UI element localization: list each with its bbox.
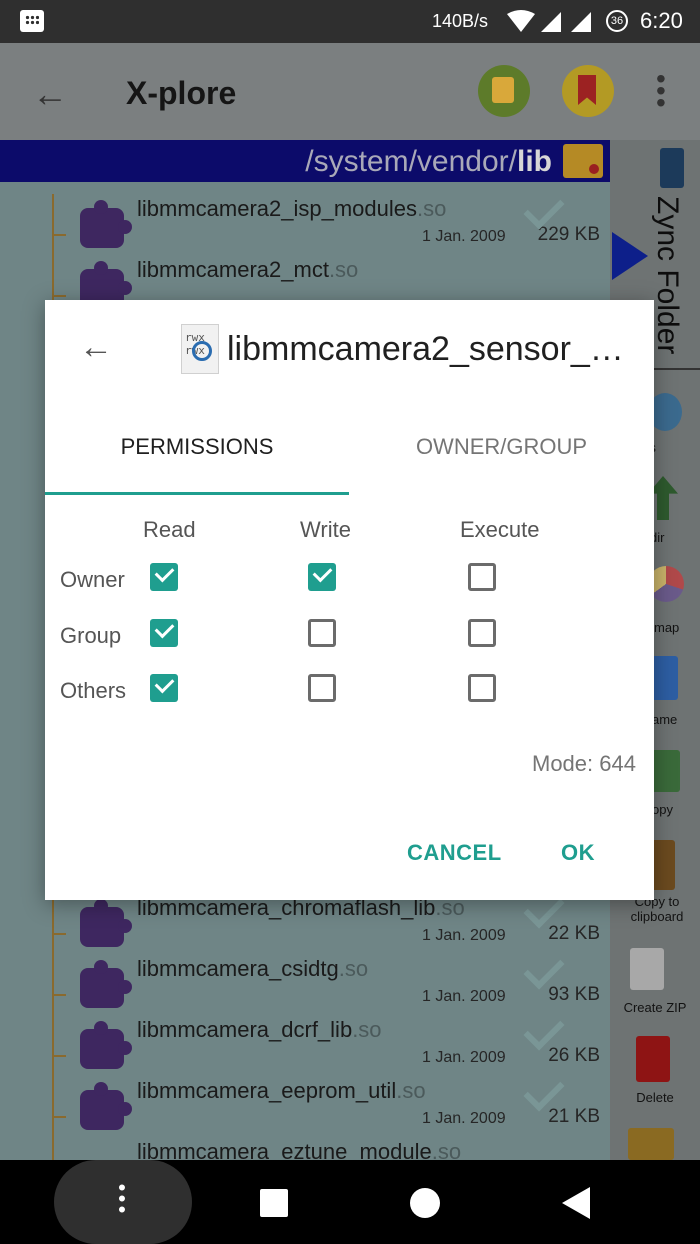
column-header-read: Read <box>143 517 196 542</box>
file-size: 21 KB <box>548 1106 600 1127</box>
navigation-bar: • • • <box>0 1160 700 1244</box>
sidebar-item-create-zip[interactable]: Create ZIP <box>612 1000 698 1015</box>
dialog-title: libmmcamera2_sensor_… <box>227 330 624 368</box>
ok-button[interactable]: OK <box>561 840 595 866</box>
recents-icon[interactable] <box>260 1189 288 1217</box>
library-file-icon <box>80 1021 132 1069</box>
list-item[interactable]: libmmcamera2_isp_modules.so 1 Jan. 2009 … <box>0 188 610 255</box>
tree-line <box>52 1015 66 1076</box>
tree-line <box>52 954 66 1015</box>
library-file-icon <box>80 200 132 248</box>
file-extension: .so <box>396 1078 426 1103</box>
library-file-icon <box>80 960 132 1008</box>
trash-icon[interactable] <box>636 1036 670 1082</box>
list-item[interactable]: libmmcamera_csidtg.so 1 Jan. 2009 93 KB <box>0 948 610 1015</box>
zip-icon[interactable] <box>630 948 664 990</box>
file-name: libmmcamera2_isp_modules <box>137 196 418 221</box>
cell-signal-2-icon <box>571 12 591 32</box>
tree-line <box>52 194 66 255</box>
file-size: 93 KB <box>548 984 600 1005</box>
tab-owner-group[interactable]: OWNER/GROUP <box>349 434 654 460</box>
network-speed: 140B/s <box>432 11 489 31</box>
bbm-notification-icon <box>20 10 44 32</box>
owner-read-checkbox[interactable] <box>150 563 178 591</box>
overflow-menu-icon[interactable]: • • • <box>118 1177 126 1221</box>
status-bar: 140B/s 36 6:20 <box>0 0 700 43</box>
list-item[interactable]: libmmcamera_dcrf_lib.so 1 Jan. 2009 26 K… <box>0 1009 610 1076</box>
library-file-icon <box>80 899 132 947</box>
cancel-button[interactable]: CANCEL <box>407 840 502 866</box>
sidebar-item-rename[interactable]: ame <box>652 712 700 727</box>
sidebar-item-copy[interactable]: opy <box>652 802 700 817</box>
row-label-group: Group <box>60 623 122 648</box>
file-name: libmmcamera_csidtg <box>137 956 339 981</box>
column-header-execute: Execute <box>460 517 540 542</box>
app-bar: ← X-plore • • • <box>0 43 700 140</box>
permissions-file-icon <box>181 324 219 374</box>
tab-permissions[interactable]: PERMISSIONS <box>45 434 349 460</box>
tab-indicator <box>45 492 349 495</box>
signal-icons <box>507 10 591 32</box>
file-extension: .so <box>338 956 369 981</box>
owner-execute-checkbox[interactable] <box>468 563 496 591</box>
app-title: X-plore <box>126 75 237 111</box>
arrow-right-icon <box>612 232 648 280</box>
sidebar-item-dir[interactable]: dir <box>650 530 700 545</box>
sidebar-item-delete[interactable]: Delete <box>612 1090 698 1105</box>
file-size: 229 KB <box>537 224 600 245</box>
list-item[interactable]: libmmcamera_eeprom_util.so 1 Jan. 2009 2… <box>0 1070 610 1137</box>
zync-folder-label[interactable]: Zync Folder <box>650 196 684 354</box>
home-icon[interactable] <box>410 1188 440 1218</box>
file-date: 1 Jan. 2009 <box>422 228 506 245</box>
sidebar-item-map[interactable]: map <box>654 620 700 635</box>
cell-signal-icon <box>541 12 561 32</box>
tree-line <box>52 1076 66 1137</box>
library-file-icon <box>80 1082 132 1130</box>
path-bar[interactable]: /system/vendor/lib <box>0 140 610 182</box>
file-date: 1 Jan. 2009 <box>422 988 506 1005</box>
file-size: 22 KB <box>548 923 600 944</box>
permissions-dialog: ← libmmcamera2_sensor_… PERMISSIONS OWNE… <box>45 300 654 900</box>
row-label-owner: Owner <box>60 567 125 592</box>
group-execute-checkbox[interactable] <box>468 619 496 647</box>
others-execute-checkbox[interactable] <box>468 674 496 702</box>
file-size: 26 KB <box>548 1045 600 1066</box>
group-read-checkbox[interactable] <box>150 619 178 647</box>
others-write-checkbox[interactable] <box>308 674 336 702</box>
file-date: 1 Jan. 2009 <box>422 1110 506 1127</box>
list-item[interactable]: libmmcamera_chromaflash_lib.so 1 Jan. 20… <box>0 887 610 954</box>
beer-donate-icon[interactable] <box>478 65 530 117</box>
others-read-checkbox[interactable] <box>150 674 178 702</box>
folder-icon[interactable] <box>628 1128 674 1160</box>
tree-line <box>52 893 66 954</box>
file-date: 1 Jan. 2009 <box>422 927 506 944</box>
battery-icon: 36 <box>606 10 628 32</box>
column-header-write: Write <box>300 517 351 542</box>
wifi-icon <box>507 10 535 32</box>
mode-value: 644 <box>599 751 636 776</box>
bookmark-icon[interactable] <box>562 65 614 117</box>
file-extension: .so <box>352 1017 382 1042</box>
clock: 6:20 <box>640 8 683 33</box>
folder-icon <box>563 144 603 178</box>
file-extension: .so <box>417 196 447 221</box>
group-write-checkbox[interactable] <box>308 619 336 647</box>
dialog-back-arrow-icon[interactable]: ← <box>79 330 113 364</box>
file-name: libmmcamera_dcrf_lib <box>137 1017 353 1042</box>
back-arrow-icon[interactable]: ← <box>32 76 68 112</box>
more-vert-icon[interactable]: • • • <box>656 65 666 117</box>
mode-readout: Mode: 644 <box>532 751 636 777</box>
row-label-others: Others <box>60 678 127 703</box>
file-name: libmmcamera_eeprom_util <box>137 1078 397 1103</box>
file-name: libmmcamera2_mct <box>137 257 329 282</box>
mode-label: Mode: <box>532 751 594 776</box>
back-icon[interactable] <box>562 1187 590 1219</box>
file-extension: .so <box>328 257 359 282</box>
owner-write-checkbox[interactable] <box>308 563 336 591</box>
phone-icon <box>660 148 684 188</box>
current-path: /system/vendor/lib <box>305 145 552 178</box>
copy-icon[interactable] <box>650 750 680 792</box>
file-date: 1 Jan. 2009 <box>422 1049 506 1066</box>
